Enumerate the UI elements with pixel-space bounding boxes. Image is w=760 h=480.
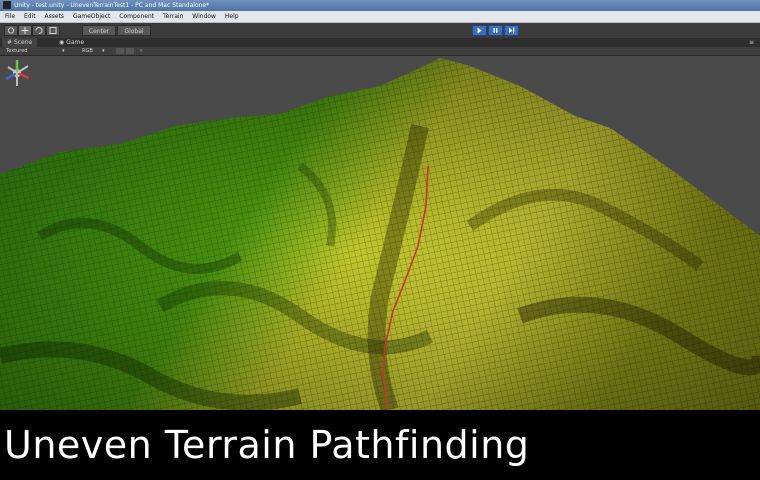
scene-lighting-toggle[interactable] xyxy=(116,48,124,54)
tab-game[interactable]: ◉ Game xyxy=(54,38,89,47)
terrain-mesh xyxy=(0,58,760,410)
color-mode-chevron-icon: ▾ xyxy=(102,48,105,54)
hand-tool-button[interactable] xyxy=(4,25,18,36)
render-mode-dropdown[interactable]: Textured xyxy=(6,47,27,55)
step-button[interactable] xyxy=(504,25,519,36)
rotate-tool-button[interactable] xyxy=(32,25,46,36)
menu-bar: File Edit Assets GameObject Component Te… xyxy=(0,11,760,23)
game-tab-icon: ◉ xyxy=(59,39,65,46)
scene-orientation-gizmo[interactable] xyxy=(0,56,34,90)
scale-tool-button[interactable] xyxy=(46,25,60,36)
view-tab-bar: # Scene ◉ Game ≡ xyxy=(0,38,760,47)
scene-effects-icon[interactable]: ▿ xyxy=(140,47,143,55)
menu-terrain[interactable]: Terrain xyxy=(163,13,183,20)
menu-gameobject[interactable]: GameObject xyxy=(73,13,110,20)
menu-file[interactable]: File xyxy=(5,13,15,20)
menu-component[interactable]: Component xyxy=(119,13,154,20)
pivot-label: Center xyxy=(88,28,110,35)
space-label: Global xyxy=(124,28,144,35)
play-icon xyxy=(477,27,482,34)
window-titlebar: Unity - test.unity - UnevenTerrainTest1 … xyxy=(0,0,760,11)
pause-icon xyxy=(493,28,498,33)
scene-tab-icon: # xyxy=(7,39,13,46)
play-button[interactable] xyxy=(472,25,487,36)
hand-icon xyxy=(7,27,15,34)
tab-scene-label: Scene xyxy=(13,39,33,46)
tab-menu-icon[interactable]: ≡ xyxy=(749,38,754,47)
pivot-center-toggle[interactable]: Center xyxy=(82,25,116,36)
rotate-icon xyxy=(35,27,43,34)
move-tool-button[interactable] xyxy=(18,25,32,36)
unity-logo-icon xyxy=(3,1,11,9)
menu-assets[interactable]: Assets xyxy=(45,13,65,20)
scene-audio-toggle[interactable] xyxy=(126,48,134,54)
pause-button[interactable] xyxy=(488,25,503,36)
video-caption: Uneven Terrain Pathfinding xyxy=(0,410,760,480)
render-mode-chevron-icon: ▾ xyxy=(62,48,65,54)
main-toolbar: Center Global xyxy=(0,23,760,39)
menu-window[interactable]: Window xyxy=(192,13,216,20)
scene-view-toolbar: Textured ▾ RGB ▾ ▿ xyxy=(0,47,760,56)
tab-game-label: Game xyxy=(66,39,85,46)
scene-viewport[interactable] xyxy=(0,56,760,410)
space-global-toggle[interactable]: Global xyxy=(117,25,151,36)
menu-edit[interactable]: Edit xyxy=(24,13,36,20)
move-icon xyxy=(21,27,29,34)
window-title: Unity - test.unity - UnevenTerrainTest1 … xyxy=(14,2,210,9)
scale-icon xyxy=(49,27,57,34)
tab-scene[interactable]: # Scene xyxy=(2,38,38,47)
menu-help[interactable]: Help xyxy=(225,13,239,20)
color-mode-dropdown[interactable]: RGB xyxy=(82,47,93,55)
step-icon xyxy=(509,27,515,34)
